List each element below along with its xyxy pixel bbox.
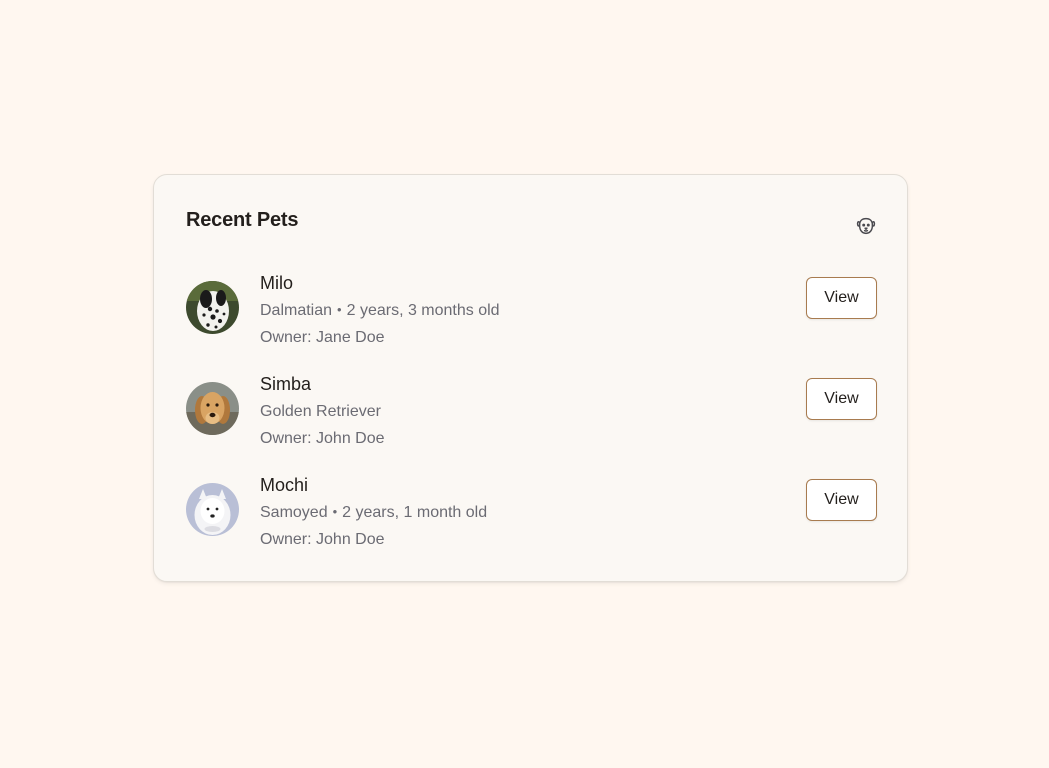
pet-owner: Owner: Jane Doe — [260, 329, 385, 346]
pet-breed: Dalmatian — [260, 302, 333, 319]
view-button-simba[interactable]: View — [806, 378, 877, 420]
pet-avatar-mochi — [186, 483, 239, 536]
pet-age: 2 years, 3 months old — [346, 302, 500, 319]
card-title: Recent Pets — [186, 209, 299, 231]
pet-breed: Samoyed — [260, 504, 328, 521]
pet-name: Mochi — [260, 475, 309, 495]
pet-breed-age: Dalmatian • 2 years, 3 months old — [260, 302, 500, 320]
view-button-mochi[interactable]: View — [806, 479, 877, 521]
pet-avatar-milo — [186, 281, 239, 334]
pet-row-mochi: Mochi Samoyed • 2 years, 1 month old Owner… — [186, 475, 877, 555]
dog-face-icon — [856, 217, 876, 235]
pet-name: Milo — [260, 273, 294, 293]
pet-age: 2 years, 1 month old — [342, 504, 488, 521]
pet-row-simba: Simba Golden Retriever Owner: John Doe V… — [186, 374, 877, 454]
pet-owner: Owner: John Doe — [260, 531, 385, 548]
separator-dot: • — [332, 504, 338, 519]
separator-dot: • — [337, 302, 342, 317]
view-button-milo[interactable]: View — [806, 277, 877, 319]
pet-breed: Golden Retriever — [260, 403, 381, 420]
recent-pets-card: Recent Pets Milo Dalmatian • 2 years, 3 … — [153, 174, 908, 582]
pet-name: Simba — [260, 374, 312, 394]
pet-breed-age: Samoyed • 2 years, 1 month old — [260, 504, 487, 522]
pet-row-milo: Milo Dalmatian • 2 years, 3 months old Own… — [186, 273, 877, 353]
pet-avatar-simba — [186, 382, 239, 435]
pet-owner: Owner: John Doe — [260, 430, 385, 447]
